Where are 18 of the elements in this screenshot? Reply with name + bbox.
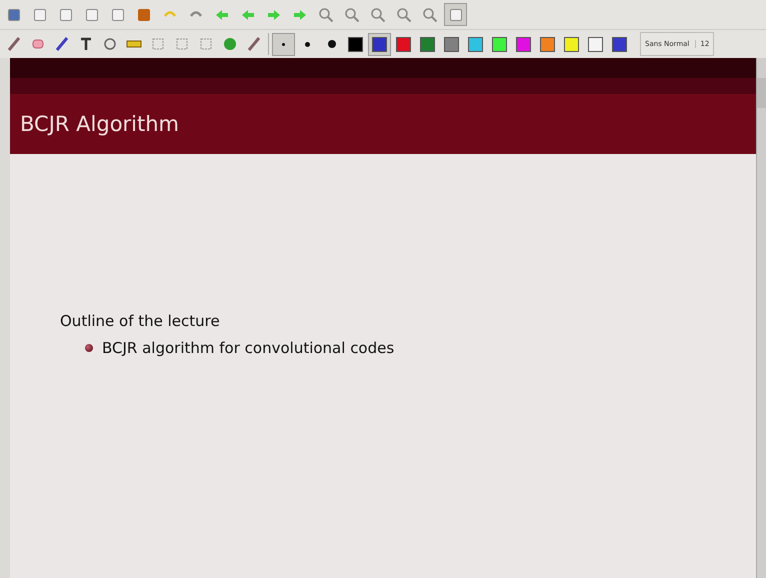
pen-alt-icon [246, 36, 262, 52]
zoom-in-icon [370, 6, 386, 22]
zoom-out-icon [318, 6, 334, 22]
zoom-in-icon [344, 6, 360, 22]
save-icon [6, 6, 22, 22]
highlighter-icon [54, 36, 70, 52]
select-region-icon [174, 36, 190, 52]
zoom-small-icon [422, 6, 438, 22]
slide-title: BCJR Algorithm [20, 112, 180, 136]
bullet-icon [85, 344, 93, 352]
bullet-text: BCJR algorithm for convolutional codes [102, 339, 394, 357]
outline-heading: Outline of the lecture [60, 312, 221, 330]
select-rect-icon [150, 36, 166, 52]
shapes-icon [102, 36, 118, 52]
scrollbar[interactable] [756, 58, 766, 578]
color-button[interactable] [368, 32, 391, 56]
zoom-fit-icon [396, 6, 412, 22]
pen-icon [6, 36, 22, 52]
